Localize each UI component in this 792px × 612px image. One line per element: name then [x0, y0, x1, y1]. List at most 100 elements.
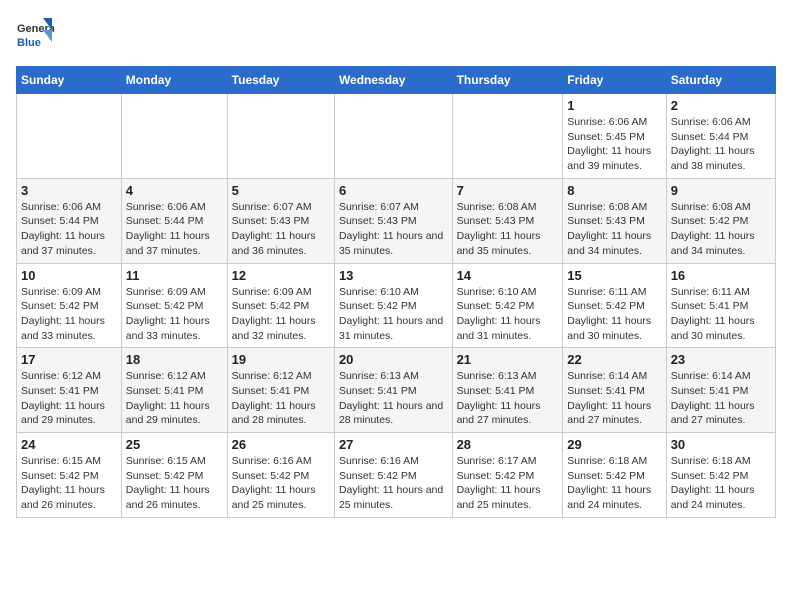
day-number: 6 — [339, 183, 448, 198]
day-info: Sunrise: 6:06 AM Sunset: 5:45 PM Dayligh… — [567, 115, 661, 174]
calendar-cell: 28 Sunrise: 6:17 AM Sunset: 5:42 PM Dayli… — [452, 433, 563, 518]
calendar-cell: 2Sunrise: 6:06 AM Sunset: 5:44 PM Daylig… — [666, 94, 775, 179]
day-info: Sunrise: 6:16 AM Sunset: 5:42 PM Dayligh… — [339, 454, 448, 513]
calendar-cell: 24Sunrise: 6:15 AM Sunset: 5:42 PM Dayli… — [17, 433, 122, 518]
logo: General Blue — [16, 16, 54, 54]
day-info: Sunrise: 6:09 AM Sunset: 5:42 PM Dayligh… — [21, 285, 117, 344]
calendar-cell: 1 Sunrise: 6:06 AM Sunset: 5:45 PM Daylig… — [563, 94, 666, 179]
day-number: 11 — [126, 268, 223, 283]
calendar-cell: 29 Sunrise: 6:18 AM Sunset: 5:42 PM Dayli… — [563, 433, 666, 518]
svg-text:Blue: Blue — [17, 37, 41, 49]
day-info: Sunrise: 6:07 AM Sunset: 5:43 PM Dayligh… — [339, 200, 448, 259]
calendar-cell: 6 Sunrise: 6:07 AM Sunset: 5:43 PM Daylig… — [334, 178, 452, 263]
day-number: 22 — [567, 352, 661, 367]
day-number: 12 — [232, 268, 330, 283]
day-info: Sunrise: 6:07 AM Sunset: 5:43 PM Dayligh… — [232, 200, 330, 259]
week-row-3: 17 Sunrise: 6:12 AM Sunset: 5:41 PM Dayli… — [17, 348, 776, 433]
calendar-cell — [334, 94, 452, 179]
day-info: Sunrise: 6:09 AM Sunset: 5:42 PM Dayligh… — [232, 285, 330, 344]
day-info: Sunrise: 6:10 AM Sunset: 5:42 PM Dayligh… — [339, 285, 448, 344]
calendar-cell: 14 Sunrise: 6:10 AM Sunset: 5:42 PM Dayli… — [452, 263, 563, 348]
day-number: 1 — [567, 98, 661, 113]
day-number: 16 — [671, 268, 771, 283]
calendar-cell: 19Sunrise: 6:12 AM Sunset: 5:41 PM Dayli… — [227, 348, 334, 433]
weekday-header-monday: Monday — [121, 67, 227, 94]
day-info: Sunrise: 6:09 AM Sunset: 5:42 PM Dayligh… — [126, 285, 223, 344]
calendar-cell: 9Sunrise: 6:08 AM Sunset: 5:42 PM Daylig… — [666, 178, 775, 263]
week-row-0: 1 Sunrise: 6:06 AM Sunset: 5:45 PM Daylig… — [17, 94, 776, 179]
day-number: 17 — [21, 352, 117, 367]
day-number: 5 — [232, 183, 330, 198]
day-number: 30 — [671, 437, 771, 452]
weekday-header-sunday: Sunday — [17, 67, 122, 94]
weekday-header-tuesday: Tuesday — [227, 67, 334, 94]
day-info: Sunrise: 6:18 AM Sunset: 5:42 PM Dayligh… — [671, 454, 771, 513]
day-info: Sunrise: 6:11 AM Sunset: 5:42 PM Dayligh… — [567, 285, 661, 344]
week-row-2: 10 Sunrise: 6:09 AM Sunset: 5:42 PM Dayli… — [17, 263, 776, 348]
day-number: 14 — [457, 268, 559, 283]
calendar-cell: 27 Sunrise: 6:16 AM Sunset: 5:42 PM Dayli… — [334, 433, 452, 518]
weekday-header-saturday: Saturday — [666, 67, 775, 94]
day-info: Sunrise: 6:15 AM Sunset: 5:42 PM Dayligh… — [126, 454, 223, 513]
day-info: Sunrise: 6:08 AM Sunset: 5:42 PM Dayligh… — [671, 200, 771, 259]
day-info: Sunrise: 6:16 AM Sunset: 5:42 PM Dayligh… — [232, 454, 330, 513]
calendar-cell: 8 Sunrise: 6:08 AM Sunset: 5:43 PM Daylig… — [563, 178, 666, 263]
calendar-cell: 7 Sunrise: 6:08 AM Sunset: 5:43 PM Daylig… — [452, 178, 563, 263]
calendar-cell: 20Sunrise: 6:13 AM Sunset: 5:41 PM Dayli… — [334, 348, 452, 433]
calendar-table: SundayMondayTuesdayWednesdayThursdayFrid… — [16, 66, 776, 518]
calendar-cell — [452, 94, 563, 179]
day-number: 8 — [567, 183, 661, 198]
day-number: 23 — [671, 352, 771, 367]
day-number: 3 — [21, 183, 117, 198]
logo-svg: General Blue — [16, 16, 54, 54]
day-number: 27 — [339, 437, 448, 452]
calendar-cell: 12 Sunrise: 6:09 AM Sunset: 5:42 PM Dayli… — [227, 263, 334, 348]
calendar-cell: 4 Sunrise: 6:06 AM Sunset: 5:44 PM Daylig… — [121, 178, 227, 263]
day-number: 15 — [567, 268, 661, 283]
calendar-cell — [121, 94, 227, 179]
calendar-cell — [227, 94, 334, 179]
weekday-header-row: SundayMondayTuesdayWednesdayThursdayFrid… — [17, 67, 776, 94]
calendar-cell: 13 Sunrise: 6:10 AM Sunset: 5:42 PM Dayli… — [334, 263, 452, 348]
week-row-1: 3 Sunrise: 6:06 AM Sunset: 5:44 PM Daylig… — [17, 178, 776, 263]
day-number: 28 — [457, 437, 559, 452]
day-number: 26 — [232, 437, 330, 452]
day-info: Sunrise: 6:06 AM Sunset: 5:44 PM Dayligh… — [671, 115, 771, 174]
day-number: 10 — [21, 268, 117, 283]
day-info: Sunrise: 6:08 AM Sunset: 5:43 PM Dayligh… — [567, 200, 661, 259]
calendar-cell: 3Sunrise: 6:06 AM Sunset: 5:44 PM Daylig… — [17, 178, 122, 263]
day-number: 18 — [126, 352, 223, 367]
calendar-cell: 16 Sunrise: 6:11 AM Sunset: 5:41 PM Dayli… — [666, 263, 775, 348]
day-info: Sunrise: 6:12 AM Sunset: 5:41 PM Dayligh… — [21, 369, 117, 428]
calendar-cell — [17, 94, 122, 179]
day-number: 24 — [21, 437, 117, 452]
calendar-cell: 23Sunrise: 6:14 AM Sunset: 5:41 PM Dayli… — [666, 348, 775, 433]
logo-graphic: General Blue — [16, 16, 54, 54]
calendar-cell: 11 Sunrise: 6:09 AM Sunset: 5:42 PM Dayli… — [121, 263, 227, 348]
day-info: Sunrise: 6:11 AM Sunset: 5:41 PM Dayligh… — [671, 285, 771, 344]
day-number: 4 — [126, 183, 223, 198]
day-info: Sunrise: 6:14 AM Sunset: 5:41 PM Dayligh… — [567, 369, 661, 428]
calendar-cell: 22 Sunrise: 6:14 AM Sunset: 5:41 PM Dayli… — [563, 348, 666, 433]
calendar-cell: 21 Sunrise: 6:13 AM Sunset: 5:41 PM Dayli… — [452, 348, 563, 433]
calendar-cell: 25 Sunrise: 6:15 AM Sunset: 5:42 PM Dayli… — [121, 433, 227, 518]
day-number: 25 — [126, 437, 223, 452]
header: General Blue — [16, 16, 776, 54]
day-number: 7 — [457, 183, 559, 198]
day-info: Sunrise: 6:18 AM Sunset: 5:42 PM Dayligh… — [567, 454, 661, 513]
weekday-header-wednesday: Wednesday — [334, 67, 452, 94]
calendar-cell: 26 Sunrise: 6:16 AM Sunset: 5:42 PM Dayli… — [227, 433, 334, 518]
day-info: Sunrise: 6:17 AM Sunset: 5:42 PM Dayligh… — [457, 454, 559, 513]
calendar-cell: 17 Sunrise: 6:12 AM Sunset: 5:41 PM Dayli… — [17, 348, 122, 433]
day-info: Sunrise: 6:13 AM Sunset: 5:41 PM Dayligh… — [457, 369, 559, 428]
day-info: Sunrise: 6:10 AM Sunset: 5:42 PM Dayligh… — [457, 285, 559, 344]
day-number: 29 — [567, 437, 661, 452]
day-number: 13 — [339, 268, 448, 283]
week-row-4: 24 Sunrise: 6:15 AM Sunset: 5:42 PM Dayli… — [17, 433, 776, 518]
day-info: Sunrise: 6:12 AM Sunset: 5:41 PM Dayligh… — [126, 369, 223, 428]
day-info: Sunrise: 6:06 AM Sunset: 5:44 PM Dayligh… — [126, 200, 223, 259]
day-number: 21 — [457, 352, 559, 367]
calendar-cell: 10 Sunrise: 6:09 AM Sunset: 5:42 PM Dayli… — [17, 263, 122, 348]
weekday-header-thursday: Thursday — [452, 67, 563, 94]
day-info: Sunrise: 6:08 AM Sunset: 5:43 PM Dayligh… — [457, 200, 559, 259]
